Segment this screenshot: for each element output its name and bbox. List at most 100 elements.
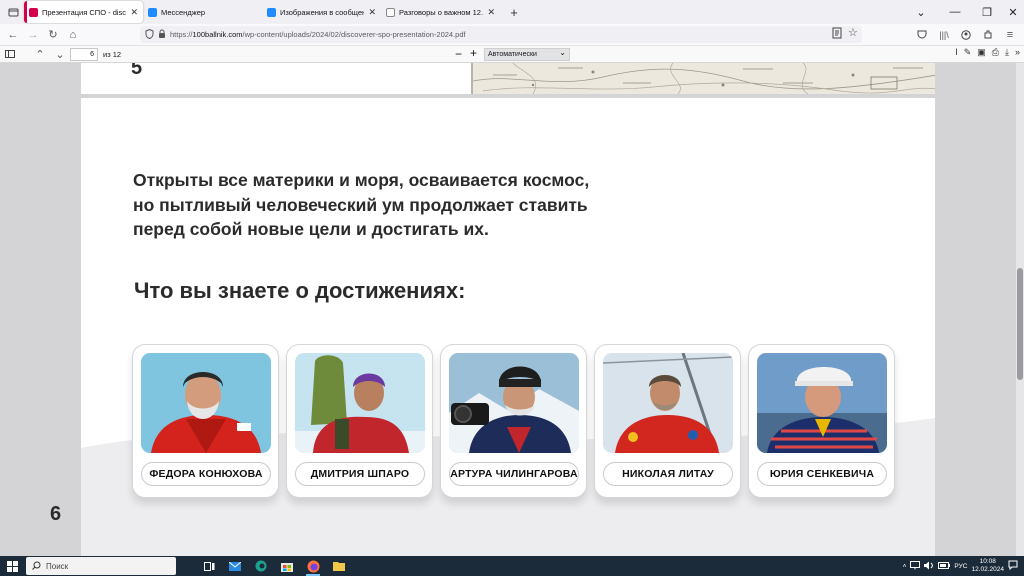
tab-bar: Презентация СПО - discoverer ✕ Мессендже… — [0, 0, 1024, 24]
extensions-icon[interactable] — [978, 25, 998, 45]
portrait-photo — [757, 353, 887, 453]
draw-icon[interactable]: ✎ — [964, 47, 972, 58]
page-number-input[interactable]: 6 — [70, 47, 98, 61]
person-card: ДМИТРИЯ ШПАРО — [286, 344, 433, 498]
url-prefix: https:// — [170, 30, 193, 39]
address-bar[interactable]: https://100ballnik.com/wp-content/upload… — [140, 26, 862, 43]
menu-icon[interactable]: ≡ — [1000, 25, 1020, 45]
person-name: ФЕДОРА КОНЮХОВА — [141, 462, 271, 486]
scrollbar-thumb[interactable] — [1017, 268, 1023, 380]
lock-icon[interactable] — [158, 29, 166, 41]
person-name: ЮРИЯ СЕНКЕВИЧА — [757, 462, 887, 486]
intro-text: Открыты все материки и моря, осваивается… — [133, 168, 693, 242]
portrait-photo — [449, 353, 579, 453]
tab-title: Изображения в сообщении от — [280, 7, 365, 17]
close-icon[interactable]: ✕ — [130, 7, 138, 18]
mail-icon[interactable] — [222, 556, 248, 576]
zoom-out-icon[interactable]: − — [455, 47, 462, 61]
person-name: АРТУРА ЧИЛИНГАРОВА — [449, 462, 579, 486]
pocket-icon[interactable] — [912, 25, 932, 45]
image-icon[interactable]: ▣ — [977, 47, 986, 58]
tab-list-icon[interactable] — [2, 1, 24, 23]
page-total: из 12 — [103, 49, 122, 59]
tab-presentation[interactable]: Презентация СПО - discoverer ✕ — [24, 1, 143, 23]
portrait-photo — [295, 353, 425, 453]
firefox-icon[interactable] — [300, 556, 326, 576]
clock-time: 10:08 — [979, 558, 996, 565]
person-card: ЮРИЯ СЕНКЕВИЧА — [748, 344, 895, 498]
portrait-photo — [603, 353, 733, 453]
task-view-icon[interactable] — [196, 556, 222, 576]
chevron-down-icon[interactable]: ⌄ — [50, 44, 70, 64]
person-name: ДМИТРИЯ ШПАРО — [295, 462, 425, 486]
store-icon[interactable] — [274, 556, 300, 576]
url-domain: 100ballnik.com — [192, 30, 243, 39]
home-icon[interactable]: ⌂ — [63, 25, 83, 45]
taskbar-search-box[interactable]: Поиск — [26, 557, 176, 575]
forward-icon[interactable]: → — [23, 25, 43, 45]
bookmark-star-icon[interactable]: ☆ — [848, 26, 858, 39]
explorer-icon[interactable] — [326, 556, 352, 576]
pdf-toolbar: ⌃ ⌄ 6 из 12 − + Автоматически I ✎ ▣ ⎙ ⤓ … — [0, 45, 1024, 63]
pdf-page: Открыты все материки и моря, осваивается… — [81, 98, 935, 556]
url-path: /wp-content/uploads/2024/02/discoverer-s… — [242, 30, 466, 39]
tab-overflow-chevron-icon[interactable]: ⌄ — [904, 0, 938, 24]
tab-messenger[interactable]: Мессенджер — [143, 1, 262, 23]
close-icon[interactable]: ✕ — [368, 7, 376, 18]
sidebar-icon[interactable] — [0, 44, 20, 64]
navigation-bar: ← → ↻ ⌂ https://100ballnik.com/wp-conten… — [0, 24, 1024, 45]
close-icon[interactable]: ✕ — [487, 7, 495, 18]
window-close-button[interactable]: ✕ — [996, 0, 1024, 24]
system-tray: ˄ РУС 10:08 12.02.2024 — [903, 556, 1024, 576]
zoom-in-icon[interactable]: + — [470, 46, 477, 60]
reload-icon[interactable]: ↻ — [43, 25, 63, 45]
person-card: АРТУРА ЧИЛИНГАРОВА — [440, 344, 587, 498]
windows-taskbar: Поиск ˄ РУС 10:08 12.02.2024 — [0, 556, 1024, 576]
chevron-up-icon[interactable]: ⌃ — [30, 44, 50, 64]
pdf-viewer[interactable]: 5 Открыты все материки и моря, осваивает… — [0, 63, 1024, 556]
language-indicator[interactable]: РУС — [954, 563, 967, 570]
map-image — [471, 63, 935, 94]
minimize-button[interactable]: — — [938, 0, 972, 24]
network-icon[interactable] — [910, 560, 921, 572]
print-icon[interactable]: ⎙ — [992, 47, 999, 58]
new-tab-button[interactable]: + — [504, 5, 524, 20]
previous-page-bottom: 5 — [81, 63, 935, 94]
reader-icon[interactable] — [832, 27, 842, 42]
back-icon[interactable]: ← — [3, 25, 23, 45]
tab-title: Разговоры о важном 12.02.2024 — [399, 7, 484, 17]
notification-icon[interactable] — [1008, 560, 1018, 572]
account-icon[interactable] — [956, 25, 976, 45]
volume-icon[interactable] — [924, 561, 934, 572]
vertical-scrollbar[interactable] — [1016, 63, 1024, 556]
previous-page-number: 5 — [131, 63, 143, 79]
tab-title: Презентация СПО - discoverer — [42, 7, 127, 17]
zoom-select[interactable]: Автоматически — [484, 47, 570, 61]
clock[interactable]: 10:08 12.02.2024 — [971, 558, 1004, 574]
tab-favicon-icon — [267, 7, 276, 17]
tab-images[interactable]: Изображения в сообщении от ✕ — [262, 1, 381, 23]
url-text: https://100ballnik.com/wp-content/upload… — [170, 30, 466, 39]
more-icon[interactable]: » — [1015, 47, 1020, 58]
portrait-photo — [141, 353, 271, 453]
intro-line: перед собой новые цели и достигать их. — [133, 219, 489, 239]
save-icon[interactable]: ⤓ — [1005, 47, 1009, 58]
tab-razgovory[interactable]: Разговоры о важном 12.02.2024 ✕ — [381, 1, 500, 23]
question-heading: Что вы знаете о достижениях: — [134, 278, 466, 303]
tab-favicon-icon — [148, 7, 157, 17]
tab-title: Мессенджер — [161, 7, 206, 17]
next-page-number: 6 — [50, 503, 62, 525]
text-tool-icon[interactable]: I — [955, 47, 958, 58]
library-icon[interactable]: |||\ — [934, 25, 954, 45]
chevron-tray-icon[interactable]: ˄ — [903, 563, 907, 570]
shield-icon[interactable] — [145, 28, 154, 41]
clock-date: 12.02.2024 — [971, 566, 1004, 573]
tab-favicon-icon — [29, 7, 38, 17]
person-name: НИКОЛАЯ ЛИТАУ — [603, 462, 733, 486]
person-card: НИКОЛАЯ ЛИТАУ — [594, 344, 741, 498]
edge-icon[interactable] — [248, 556, 274, 576]
windows-start-icon[interactable] — [0, 556, 24, 576]
intro-line: но пытливый человеческий ум продолжает с… — [133, 194, 588, 215]
battery-icon[interactable] — [938, 561, 951, 571]
search-icon — [32, 561, 41, 572]
